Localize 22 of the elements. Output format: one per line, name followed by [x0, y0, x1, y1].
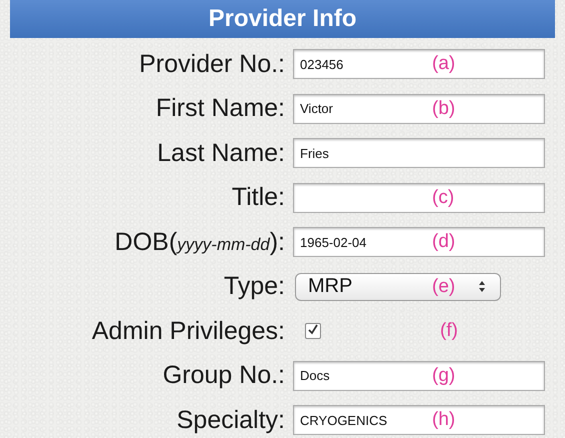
annotation-label: (g): [432, 364, 456, 387]
field-label: Specialty:: [176, 406, 285, 435]
panel-title: Provider Info: [208, 7, 357, 31]
field-label: Title:: [232, 183, 285, 212]
annotation-label: (h): [432, 409, 456, 432]
field-label: Last Name:: [157, 138, 285, 168]
input-field[interactable]: Fries: [293, 138, 545, 168]
annotation-label: (c): [432, 186, 454, 209]
field-label: First Name:: [156, 94, 285, 124]
field-label: Type:: [224, 272, 285, 302]
field-label: DOB(yyyy-mm-dd):: [114, 228, 285, 257]
annotation-label: (a): [432, 53, 456, 76]
checkbox[interactable]: [305, 323, 321, 340]
field-label: Admin Privileges:: [92, 316, 285, 346]
annotation-label: (f): [440, 320, 458, 342]
field-label: Group No.:: [162, 361, 285, 390]
annotation-label: (d): [432, 231, 456, 254]
stepper-icon: [478, 278, 486, 294]
input-field[interactable]: [293, 182, 545, 213]
annotation-label: (e): [432, 276, 456, 298]
annotation-label: (b): [432, 98, 456, 120]
field-label: Provider No.:: [139, 50, 285, 79]
